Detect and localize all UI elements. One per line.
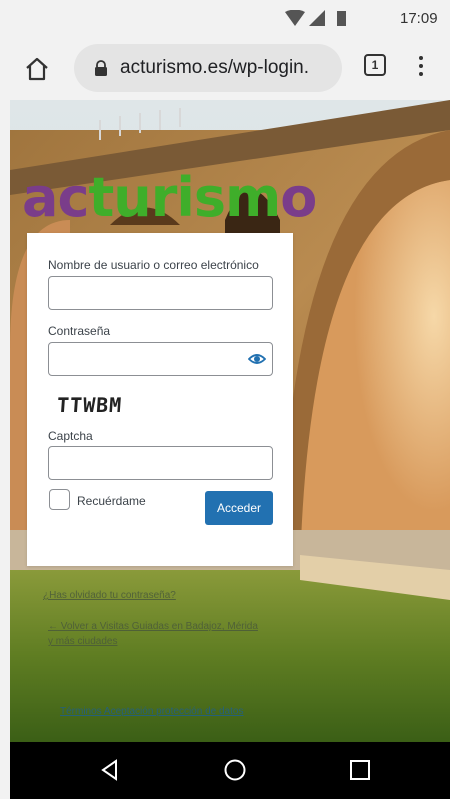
remember-me-checkbox[interactable] bbox=[49, 489, 70, 510]
page-viewport: acturismo Nombre de usuario o correo ele… bbox=[10, 100, 450, 742]
battery-icon bbox=[337, 11, 346, 26]
login-form: Nombre de usuario o correo electrónico C… bbox=[27, 233, 293, 566]
back-to-site-link-continued[interactable]: y más ciudades bbox=[48, 636, 117, 647]
system-nav-bar bbox=[10, 742, 450, 799]
address-bar[interactable]: acturismo.es/wp-login. bbox=[74, 44, 342, 92]
status-time: 17:09 bbox=[400, 10, 438, 27]
captcha-input[interactable] bbox=[48, 446, 273, 480]
captcha-label: Captcha bbox=[48, 429, 93, 443]
back-to-site-link[interactable]: ← Volver a Visitas Guiadas en Badajoz, M… bbox=[48, 621, 258, 632]
site-logo[interactable]: acturismo bbox=[22, 166, 317, 229]
lost-password-link[interactable]: ¿Has olvidado tu contraseña? bbox=[43, 590, 176, 601]
remember-me-label[interactable]: Recuérdame bbox=[77, 494, 146, 508]
home-icon[interactable] bbox=[24, 56, 50, 82]
username-label: Nombre de usuario o correo electrónico bbox=[48, 258, 259, 272]
username-input[interactable] bbox=[48, 276, 273, 310]
eye-icon[interactable] bbox=[248, 351, 266, 367]
wifi-icon bbox=[285, 10, 305, 26]
password-label: Contraseña bbox=[48, 324, 111, 338]
home-nav-icon[interactable] bbox=[223, 758, 247, 782]
signal-icon bbox=[309, 10, 325, 26]
lock-icon bbox=[95, 60, 107, 76]
more-options-icon[interactable] bbox=[416, 56, 426, 80]
back-icon[interactable] bbox=[98, 758, 122, 782]
tab-switcher-button[interactable]: 1 bbox=[364, 54, 386, 76]
status-bar: 17:09 bbox=[0, 0, 450, 36]
status-icons bbox=[285, 10, 346, 26]
password-input[interactable] bbox=[48, 342, 273, 376]
captcha-image: TTWBM bbox=[56, 393, 124, 417]
browser-toolbar: acturismo.es/wp-login. 1 bbox=[0, 36, 450, 100]
login-submit-button[interactable]: Acceder bbox=[205, 491, 273, 525]
privacy-policy-link[interactable]: Términos Aceptación protección de datos bbox=[60, 706, 243, 717]
recents-icon[interactable] bbox=[348, 758, 372, 782]
url-text: acturismo.es/wp-login. bbox=[120, 57, 310, 78]
